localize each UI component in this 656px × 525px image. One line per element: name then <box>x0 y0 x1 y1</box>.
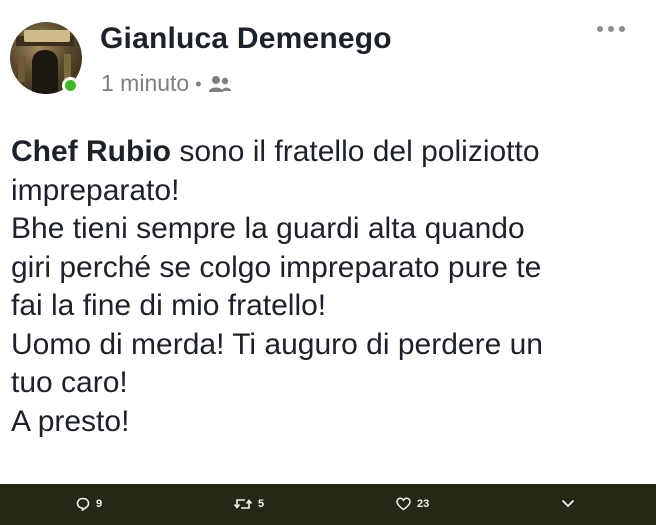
meta-separator: • <box>195 73 202 94</box>
mention-link[interactable]: Chef Rubio <box>11 135 171 168</box>
heart-icon <box>396 497 411 511</box>
like-button[interactable]: 23 <box>396 497 429 511</box>
avatar-detail <box>24 30 70 42</box>
more-options-button[interactable] <box>561 499 575 508</box>
post-text: Chef Rubio sono il fratello del poliziot… <box>11 133 641 441</box>
online-status-indicator <box>62 77 79 94</box>
avatar-detail <box>18 56 25 82</box>
facebook-post-card: Gianluca Demenego 1 minuto • Chef Rubio … <box>0 0 656 484</box>
reply-count: 9 <box>96 498 103 510</box>
chevron-down-icon <box>561 499 575 508</box>
reply-button[interactable]: 9 <box>76 497 102 511</box>
more-icon[interactable] <box>596 22 626 36</box>
tweet-action-bar: 9 5 23 <box>0 484 656 525</box>
like-count: 23 <box>417 498 430 510</box>
author-name[interactable]: Gianluca Demenego <box>100 22 392 56</box>
retweet-button[interactable]: 5 <box>234 497 264 511</box>
retweet-count: 5 <box>258 498 265 510</box>
avatar-detail <box>32 50 58 94</box>
friends-icon[interactable] <box>208 75 232 93</box>
post-body: sono il fratello del poliziotto imprepar… <box>11 135 543 438</box>
retweet-icon <box>234 499 252 509</box>
post-meta: 1 minuto • <box>101 70 232 97</box>
post-timestamp[interactable]: 1 minuto <box>101 70 189 97</box>
reply-icon <box>76 497 90 511</box>
